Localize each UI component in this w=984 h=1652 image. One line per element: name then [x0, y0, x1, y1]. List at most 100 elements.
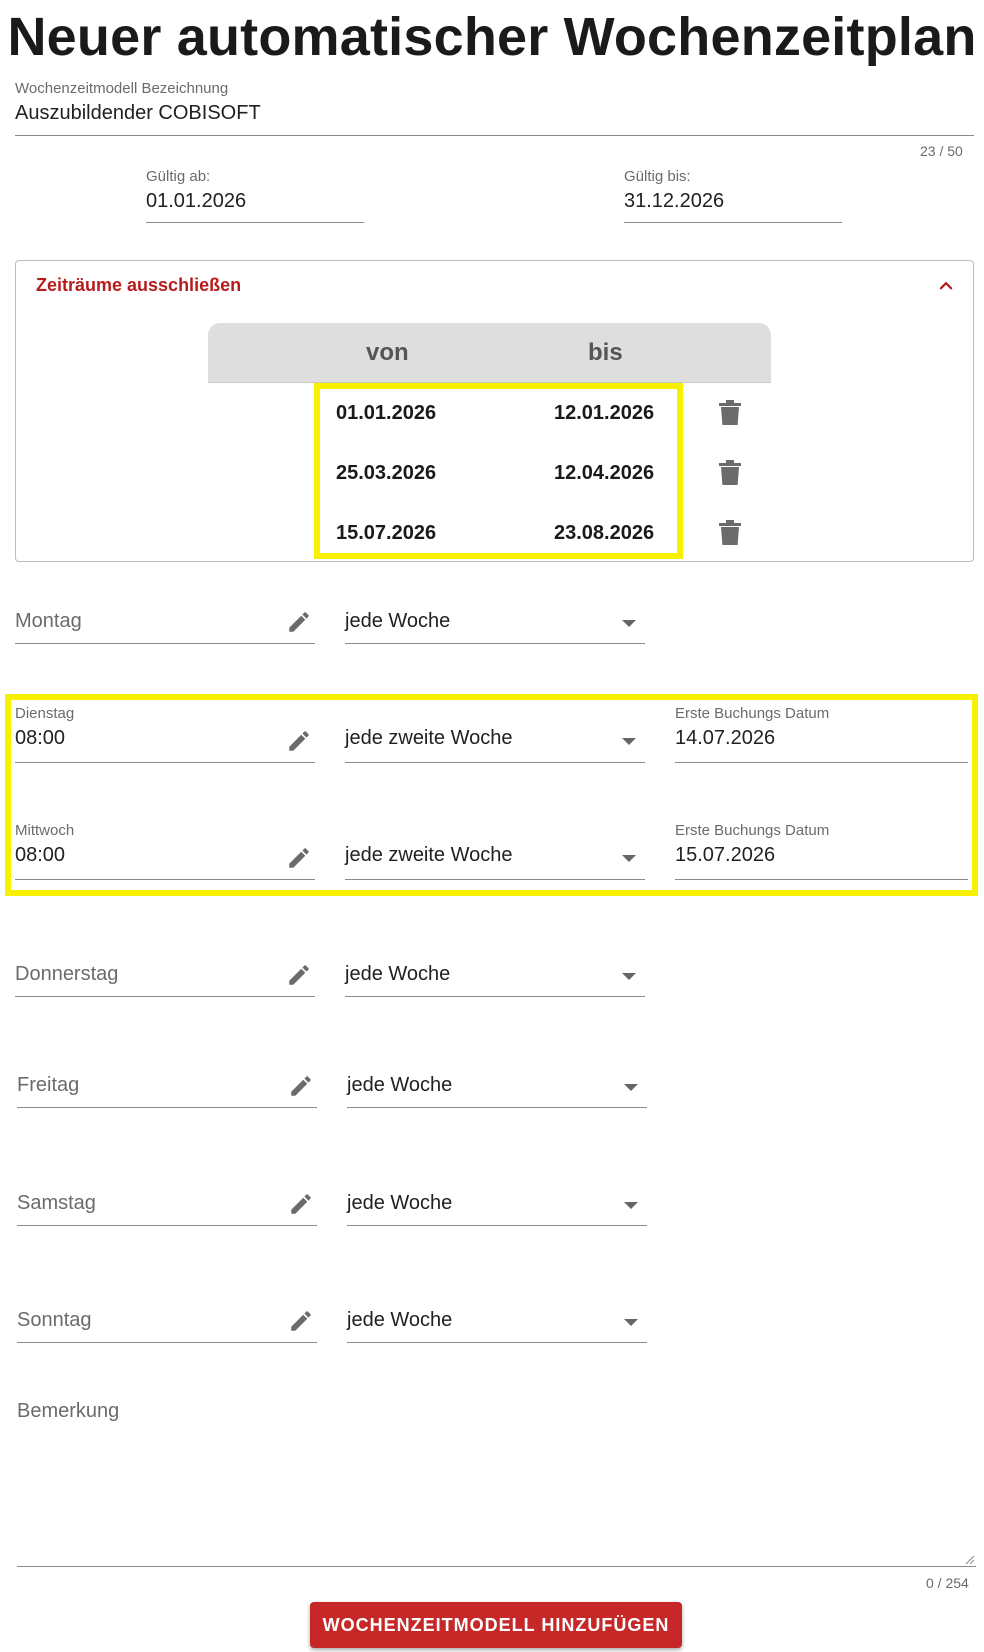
- first-booking-value: 15.07.2026: [675, 844, 776, 866]
- exclude-periods-table: von bis 01.01.2026 12.01.2026 25.03.2026…: [208, 323, 771, 561]
- field-underline: [17, 1566, 976, 1567]
- day-label-dienstag: Dienstag: [15, 705, 75, 722]
- frequency-value-mittwoch: jede zweite Woche: [345, 844, 513, 866]
- day-row-freitag: Freitag jede Woche: [17, 1062, 974, 1108]
- frequency-select-sonntag[interactable]: jede Woche: [347, 1297, 647, 1343]
- chevron-down-icon: [624, 1319, 638, 1326]
- day-label-montag: Montag: [15, 610, 82, 632]
- field-underline: [15, 643, 315, 644]
- pencil-icon[interactable]: [286, 609, 312, 635]
- day-row-dienstag: Dienstag 08:00 jede zweite Woche Erste B…: [15, 705, 974, 763]
- frequency-select-mittwoch[interactable]: jede zweite Woche: [345, 822, 645, 880]
- day-label-freitag: Freitag: [17, 1074, 80, 1096]
- page-title: Neuer automatischer Wochenzeitplan: [7, 7, 977, 67]
- day-row-donnerstag: Donnerstag jede Woche: [15, 951, 974, 997]
- time-field-freitag[interactable]: Freitag: [17, 1062, 317, 1108]
- frequency-value-freitag: jede Woche: [347, 1074, 453, 1096]
- valid-from-underline: [146, 222, 364, 223]
- field-underline: [347, 1107, 647, 1108]
- day-row-montag: Montag jede Woche: [15, 598, 974, 644]
- model-name-value: Auszubildender COBISOFT: [15, 102, 261, 124]
- model-name-underline: [15, 135, 974, 136]
- field-underline: [345, 879, 645, 880]
- exclude-periods-title[interactable]: Zeiträume ausschließen: [36, 275, 241, 296]
- trash-icon[interactable]: [718, 459, 742, 487]
- field-underline: [15, 762, 315, 763]
- first-booking-date-dienstag[interactable]: Erste Buchungs Datum 14.07.2026: [675, 705, 968, 763]
- frequency-select-dienstag[interactable]: jede zweite Woche: [345, 705, 645, 763]
- chevron-down-icon: [622, 855, 636, 862]
- day-label-samstag: Samstag: [17, 1192, 96, 1214]
- remark-label: Bemerkung: [17, 1400, 120, 1422]
- first-booking-value: 14.07.2026: [675, 727, 776, 749]
- time-field-donnerstag[interactable]: Donnerstag: [15, 951, 315, 997]
- field-underline: [675, 762, 968, 763]
- valid-from-value: 01.01.2026: [146, 190, 247, 212]
- pencil-icon[interactable]: [288, 1308, 314, 1334]
- chevron-down-icon: [622, 973, 636, 980]
- field-underline: [345, 996, 645, 997]
- field-underline: [345, 762, 645, 763]
- trash-icon[interactable]: [718, 399, 742, 427]
- time-value-mittwoch: 08:00: [15, 844, 66, 866]
- chevron-up-icon[interactable]: [933, 273, 959, 299]
- valid-to-underline: [624, 222, 842, 223]
- pencil-icon[interactable]: [288, 1191, 314, 1217]
- field-underline: [17, 1342, 317, 1343]
- trash-icon[interactable]: [718, 519, 742, 547]
- frequency-value-donnerstag: jede Woche: [345, 963, 451, 985]
- chevron-down-icon: [624, 1084, 638, 1091]
- remark-textarea[interactable]: Bemerkung: [17, 1395, 976, 1567]
- pencil-icon[interactable]: [288, 1073, 314, 1099]
- day-label-donnerstag: Donnerstag: [15, 963, 119, 985]
- column-header-bis: bis: [588, 339, 623, 366]
- field-underline: [675, 879, 968, 880]
- resize-handle-icon[interactable]: [965, 1555, 975, 1565]
- time-field-sonntag[interactable]: Sonntag: [17, 1297, 317, 1343]
- model-name-field[interactable]: Wochenzeitmodell Bezeichnung Auszubilden…: [15, 80, 974, 137]
- frequency-value-montag: jede Woche: [345, 610, 451, 632]
- field-underline: [15, 879, 315, 880]
- field-underline: [347, 1225, 647, 1226]
- day-row-mittwoch: Mittwoch 08:00 jede zweite Woche Erste B…: [15, 822, 974, 880]
- valid-to-field[interactable]: Gültig bis: 31.12.2026: [624, 168, 842, 224]
- remark-counter: 0 / 254: [926, 1575, 969, 1591]
- pencil-icon[interactable]: [286, 845, 312, 871]
- valid-from-label: Gültig ab:: [146, 168, 211, 185]
- chevron-down-icon: [622, 738, 636, 745]
- first-booking-label: Erste Buchungs Datum: [675, 822, 830, 839]
- frequency-select-samstag[interactable]: jede Woche: [347, 1180, 647, 1226]
- time-value-dienstag: 08:00: [15, 727, 66, 749]
- chevron-down-icon: [624, 1202, 638, 1209]
- first-booking-date-mittwoch[interactable]: Erste Buchungs Datum 15.07.2026: [675, 822, 968, 880]
- pencil-icon[interactable]: [286, 728, 312, 754]
- time-field-mittwoch[interactable]: Mittwoch 08:00: [15, 822, 315, 880]
- frequency-select-freitag[interactable]: jede Woche: [347, 1062, 647, 1108]
- highlight-box-dates: [314, 383, 683, 559]
- time-field-montag[interactable]: Montag: [15, 598, 315, 644]
- frequency-select-donnerstag[interactable]: jede Woche: [345, 951, 645, 997]
- frequency-value-dienstag: jede zweite Woche: [345, 727, 513, 749]
- frequency-select-montag[interactable]: jede Woche: [345, 598, 645, 644]
- add-week-model-button[interactable]: WOCHENZEITMODELL HINZUFÜGEN: [310, 1602, 682, 1648]
- table-header: von bis: [208, 323, 771, 383]
- day-label-mittwoch: Mittwoch: [15, 822, 75, 839]
- field-underline: [15, 996, 315, 997]
- day-row-sonntag: Sonntag jede Woche: [17, 1297, 974, 1343]
- field-underline: [345, 643, 645, 644]
- pencil-icon[interactable]: [286, 962, 312, 988]
- time-field-dienstag[interactable]: Dienstag 08:00: [15, 705, 315, 763]
- first-booking-label: Erste Buchungs Datum: [675, 705, 830, 722]
- day-row-samstag: Samstag jede Woche: [17, 1180, 974, 1226]
- frequency-value-samstag: jede Woche: [347, 1192, 453, 1214]
- chevron-down-icon: [622, 620, 636, 627]
- valid-from-field[interactable]: Gültig ab: 01.01.2026: [146, 168, 364, 224]
- model-name-label: Wochenzeitmodell Bezeichnung: [15, 80, 229, 97]
- valid-to-value: 31.12.2026: [624, 190, 725, 212]
- time-field-samstag[interactable]: Samstag: [17, 1180, 317, 1226]
- frequency-value-sonntag: jede Woche: [347, 1309, 453, 1331]
- day-label-sonntag: Sonntag: [17, 1309, 92, 1331]
- field-underline: [347, 1342, 647, 1343]
- model-name-counter: 23 / 50: [920, 143, 963, 159]
- valid-to-label: Gültig bis:: [624, 168, 691, 185]
